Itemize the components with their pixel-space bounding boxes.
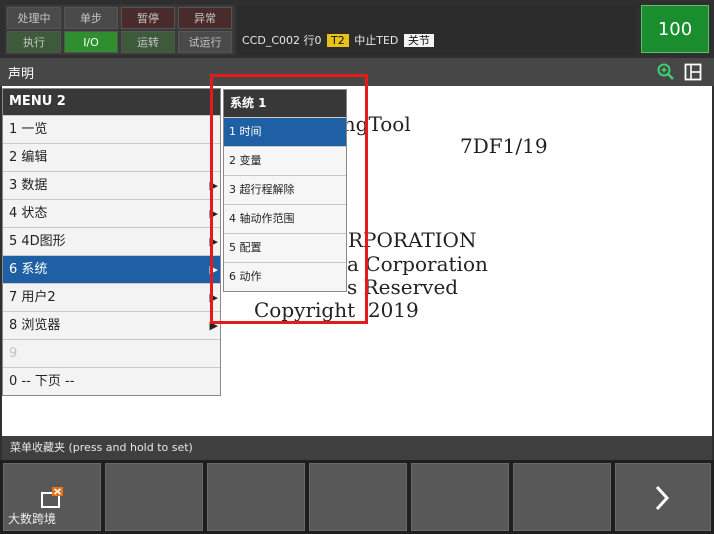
status-indicator: I/O (64, 31, 118, 53)
menu-item-label: 2 编辑 (9, 150, 48, 165)
menu-item[interactable]: 5 4D图形 ▶ (3, 227, 220, 255)
program-info-bar: CCD_C002 行0 T2 中止TED 关节 (238, 5, 637, 55)
menu-item[interactable]: 3 数据 ▶ (3, 171, 220, 199)
function-key-5[interactable] (411, 463, 509, 531)
task-badge: T2 (327, 34, 349, 47)
status-indicator: 暂停 (121, 7, 175, 29)
line-number: 行0 (303, 34, 322, 47)
teach-pendant-screen: 处理中 单步 暂停 异常执行 I/O 运转 试运行 CCD_C002 行0 T2 中止TED… (0, 0, 714, 534)
menu-item-label: 0 -- 下页 -- (9, 374, 75, 389)
favorites-hint: 菜单收藏夹 (press and hold to set) (2, 436, 712, 460)
bg-text-line: 7DF1/19 (460, 134, 548, 158)
menu-item[interactable]: 9 (3, 339, 220, 367)
menu-header: MENU 2 (3, 89, 220, 115)
program-name: CCD_C002 (242, 34, 301, 47)
file-close-icon (41, 487, 63, 508)
speed-override[interactable]: 100 (641, 5, 709, 53)
menu-item-label: 6 系统 (9, 262, 48, 277)
status-indicator: 异常 (178, 7, 232, 29)
next-page-icon (655, 485, 670, 511)
menu-item-label: 1 一览 (9, 122, 48, 137)
menu-item[interactable]: 2 编辑 (3, 143, 220, 171)
status-indicator: 执行 (7, 31, 61, 53)
menu-item[interactable]: 8 浏览器 ▶ (3, 311, 220, 339)
menu-item-label: 4 状态 (9, 206, 48, 221)
run-status: 中止TED (354, 34, 399, 47)
menu-item-label: 5 4D图形 (9, 234, 66, 249)
menu-item[interactable]: 7 用户2 ▶ (3, 283, 220, 311)
menu-item-label: 9 (9, 346, 18, 361)
menu-item[interactable]: 0 -- 下页 -- (3, 367, 220, 395)
menu-item[interactable]: 6 系统 ▶ (3, 255, 220, 283)
screen-title: 声明 (8, 67, 35, 82)
function-key-2[interactable] (105, 463, 203, 531)
bg-text-line: a Corporation (347, 252, 488, 276)
menu-item[interactable]: 4 状态 ▶ (3, 199, 220, 227)
function-key-3[interactable] (207, 463, 305, 531)
status-indicator: 试运行 (178, 31, 232, 53)
menu-item-label: 3 数据 (9, 178, 48, 193)
menu-item-label: 8 浏览器 (9, 318, 61, 333)
function-key-bar (0, 460, 714, 534)
next-page-button[interactable] (615, 463, 711, 531)
status-indicator: 单步 (64, 7, 118, 29)
status-indicator: 处理中 (7, 7, 61, 29)
function-key-4[interactable] (309, 463, 407, 531)
menu-item-label: 7 用户2 (9, 290, 56, 305)
main-menu: MENU 2 1 一览 2 编辑 3 数据 ▶ 4 状态 ▶ 5 4D图形 ▶ 6 系统 ▶ 7 用… (2, 88, 221, 396)
zoom-in-icon[interactable] (657, 63, 675, 81)
status-indicator: 运转 (121, 31, 175, 53)
coord-badge: 关节 (403, 34, 434, 47)
menu-item[interactable]: 1 一览 (3, 115, 220, 143)
watermark: 大数跨境 (8, 512, 57, 526)
annotation-highlight-box (210, 74, 368, 324)
status-indicator-panel: 处理中 单步 暂停 异常执行 I/O 运转 试运行 (5, 5, 235, 55)
function-key-6[interactable] (513, 463, 611, 531)
layout-icon[interactable] (684, 63, 702, 81)
